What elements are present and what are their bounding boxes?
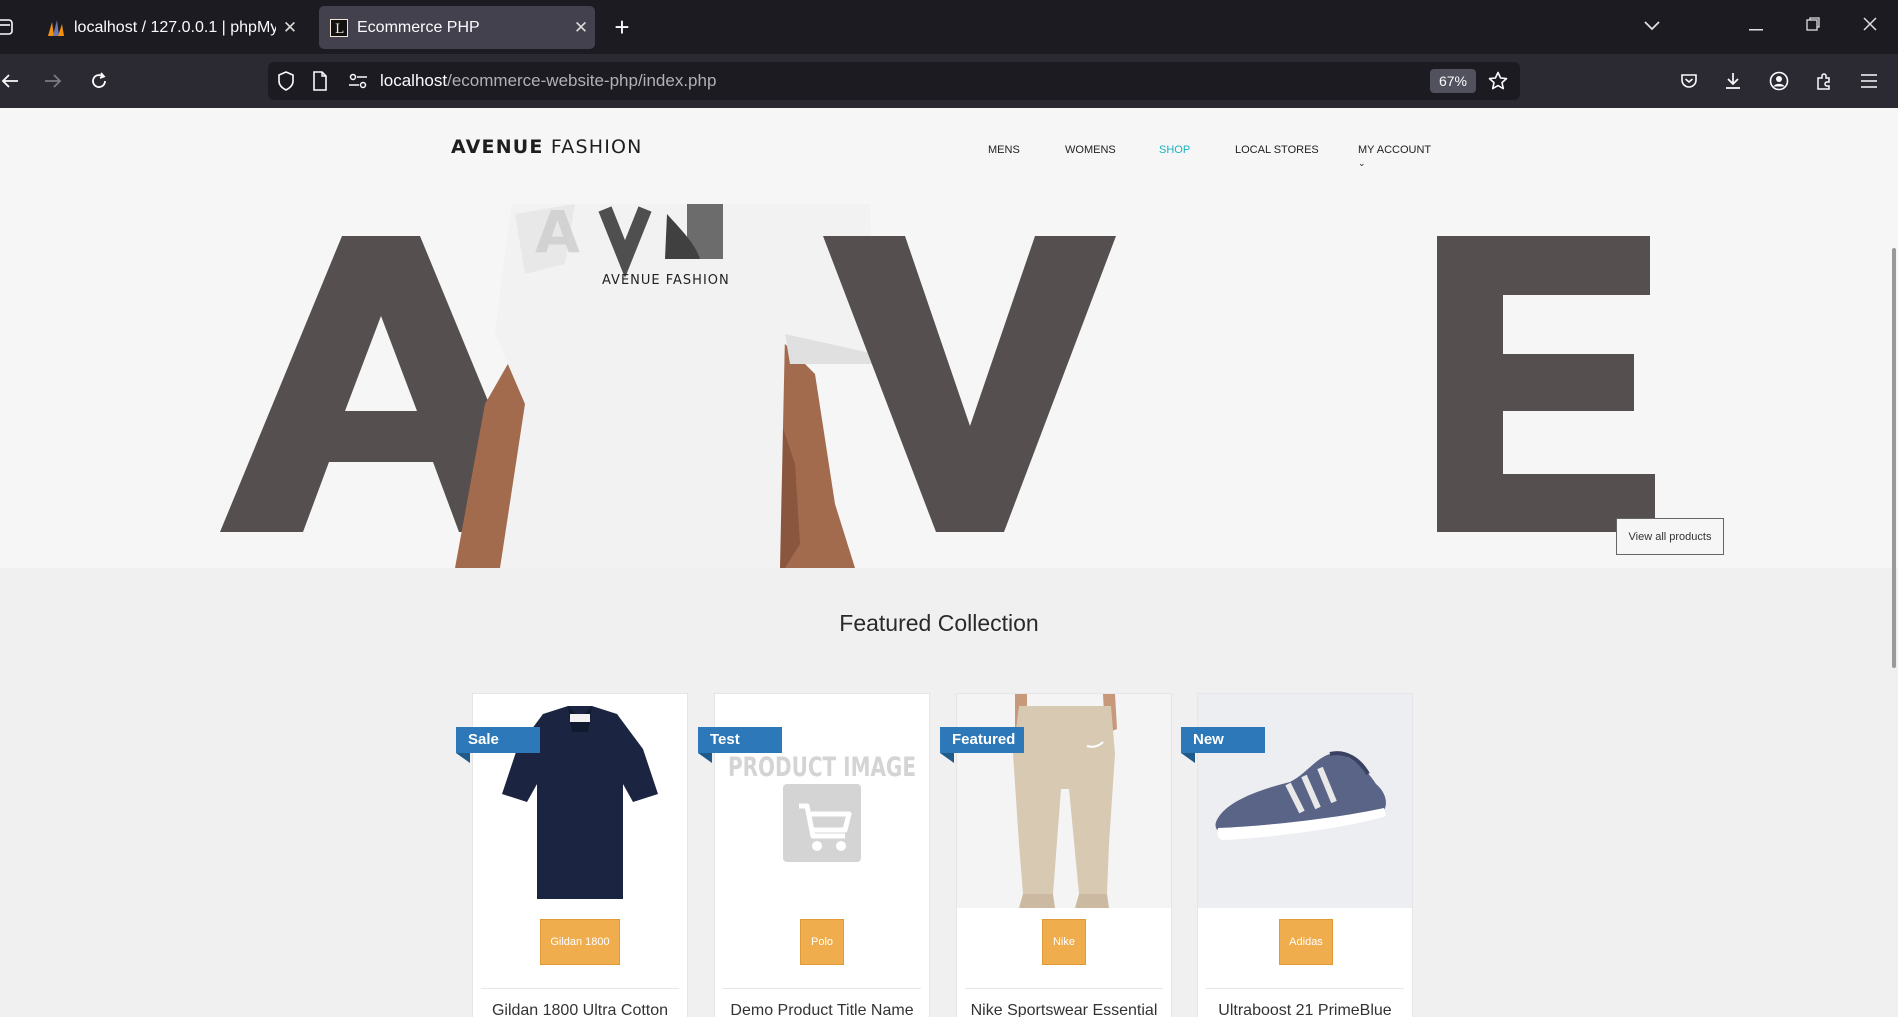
tab-phpmyadmin[interactable]: localhost / 127.0.0.1 | phpMyAd ✕ [36, 6, 304, 49]
brand-button[interactable]: Adidas [1279, 919, 1333, 965]
site-favicon-icon: L [329, 18, 349, 38]
minimize-icon[interactable] [1738, 10, 1774, 44]
page-info-icon[interactable] [312, 71, 328, 96]
downloads-icon[interactable] [1717, 65, 1749, 97]
divider [723, 988, 921, 989]
shirt-print-letters: A [535, 204, 580, 266]
hero-model-image: A AVENUE FASHION [455, 204, 875, 568]
brand-button[interactable]: Nike [1042, 919, 1086, 965]
tab-ecommerce[interactable]: L Ecommerce PHP ✕ [319, 6, 595, 49]
account-icon[interactable] [1763, 65, 1795, 97]
divider [1206, 988, 1404, 989]
nav-link-shop[interactable]: SHOP [1159, 144, 1190, 156]
badge-fold [698, 753, 712, 763]
tab-title: Ecommerce PHP [357, 18, 480, 36]
badge-featured: Featured [940, 727, 1024, 753]
zoom-level-badge[interactable]: 67% [1430, 69, 1476, 93]
extensions-icon[interactable] [1808, 65, 1840, 97]
list-all-tabs-chevron-icon[interactable] [1634, 10, 1670, 44]
page-scrollbar[interactable] [1892, 248, 1896, 668]
hero-letter-v [823, 236, 1116, 532]
badge-fold [456, 753, 470, 763]
nav-link-my-account[interactable]: MY ACCOUNT [1358, 144, 1431, 156]
close-tab-icon[interactable]: ✕ [567, 18, 595, 38]
tab-title: localhost / 127.0.0.1 | phpMyAd [74, 18, 276, 36]
product-title[interactable]: Demo Product Title Name [715, 1002, 929, 1017]
badge-test: Test [698, 727, 782, 753]
badge-new: New [1181, 727, 1265, 753]
hero-banner: AVENUE FASHION MENS WOMENS SHOP LOCAL ST… [0, 108, 1898, 568]
brand-button[interactable]: Polo [800, 919, 844, 965]
svg-text:L: L [335, 22, 344, 37]
url-path: /ecommerce-website-php/index.php [447, 71, 717, 90]
permissions-icon[interactable] [348, 73, 368, 94]
pocket-icon[interactable] [1673, 65, 1705, 97]
browser-nav-bar: localhost/ecommerce-website-php/index.ph… [0, 54, 1898, 108]
web-page: AVENUE FASHION MENS WOMENS SHOP LOCAL ST… [0, 108, 1898, 1017]
badge-fold [940, 753, 954, 763]
shield-icon[interactable] [277, 71, 295, 96]
logo-bold-text: AVENUE [451, 136, 544, 158]
nav-link-mens[interactable]: MENS [988, 144, 1020, 156]
phpmyadmin-icon [46, 18, 66, 38]
badge-sale: Sale [456, 727, 540, 753]
placeholder-text: PRODUCT IMAGE [728, 752, 916, 783]
badge-fold [1181, 753, 1195, 763]
app-menu-hamburger-icon[interactable] [1853, 65, 1885, 97]
close-window-icon[interactable] [1852, 10, 1888, 44]
address-bar[interactable]: localhost/ecommerce-website-php/index.ph… [268, 62, 1520, 100]
logo-light-text: FASHION [550, 136, 643, 158]
url-text[interactable]: localhost/ecommerce-website-php/index.ph… [380, 62, 716, 100]
site-logo[interactable]: AVENUE FASHION [451, 136, 643, 158]
product-title[interactable]: Nike Sportswear Essential [957, 1002, 1171, 1017]
product-title[interactable]: Ultraboost 21 PrimeBlue [1198, 1002, 1412, 1017]
shirt-print-text: AVENUE FASHION [602, 273, 730, 288]
close-tab-icon[interactable]: ✕ [276, 18, 304, 38]
new-tab-plus-icon[interactable]: + [608, 8, 636, 46]
forward-arrow-icon[interactable] [37, 65, 69, 97]
hero-letter-e [1437, 236, 1655, 532]
browser-tab-bar: localhost / 127.0.0.1 | phpMyAd ✕ L Ecom… [0, 0, 1898, 54]
nav-link-local-stores[interactable]: LOCAL STORES [1235, 144, 1319, 156]
url-host: localhost [380, 71, 448, 90]
tab-list-icon[interactable] [0, 17, 14, 37]
back-arrow-icon[interactable] [0, 65, 26, 97]
featured-collection-heading: Featured Collection [839, 610, 1039, 636]
view-all-products-button[interactable]: View all products [1616, 518, 1724, 555]
reload-icon[interactable] [83, 65, 115, 97]
divider [965, 988, 1163, 989]
brand-button[interactable]: Gildan 1800 [540, 919, 620, 965]
bookmark-star-icon[interactable] [1488, 71, 1508, 96]
product-title[interactable]: Gildan 1800 Ultra Cotton [473, 1002, 687, 1017]
restore-icon[interactable] [1795, 10, 1831, 44]
divider [481, 988, 679, 989]
chevron-down-icon[interactable]: ⌄ [1358, 158, 1366, 169]
nav-link-womens[interactable]: WOMENS [1065, 144, 1116, 156]
